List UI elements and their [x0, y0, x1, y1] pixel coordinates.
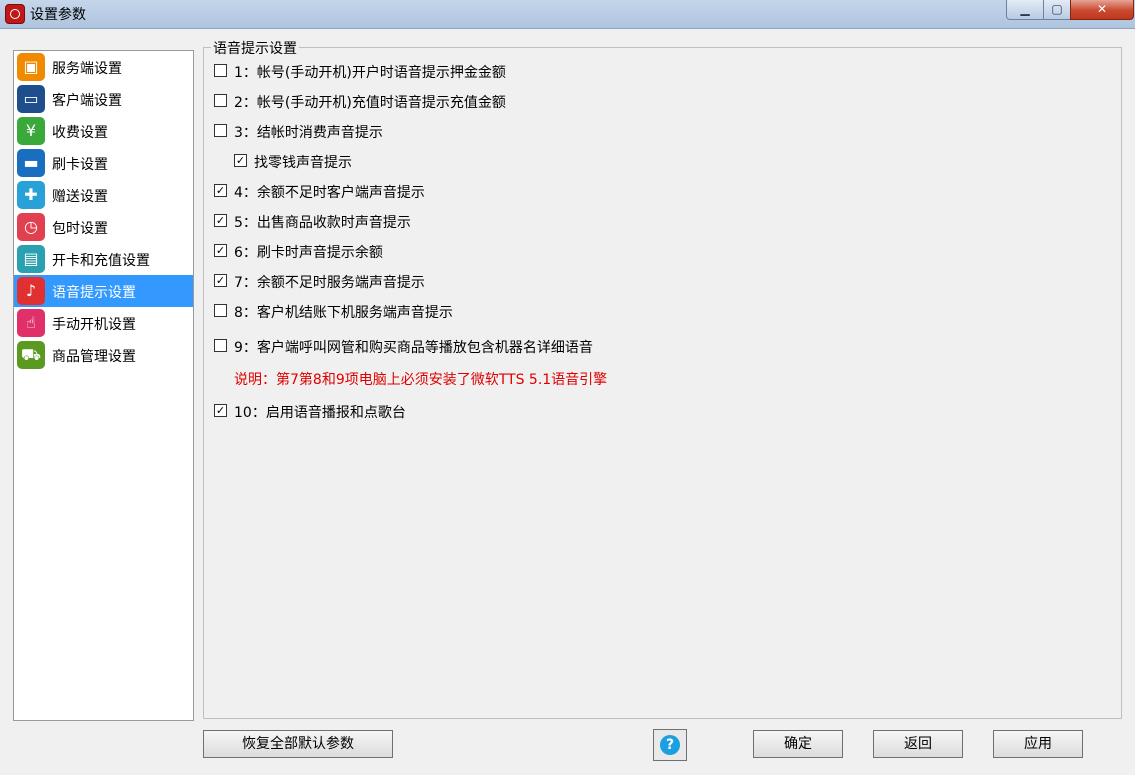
cart-icon: ⛟: [17, 341, 45, 369]
voice-option-label: 3：结帐时消费声音提示: [234, 125, 383, 141]
back-button[interactable]: 返回: [873, 730, 963, 758]
nav-item-label: 刷卡设置: [52, 157, 108, 173]
gift-icon: ✚: [17, 181, 45, 209]
voice-option-label: 9：客户端呼叫网管和购买商品等播放包含机器名详细语音: [234, 340, 593, 356]
nav-item-label: 客户端设置: [52, 93, 122, 109]
group-title: 语音提示设置: [211, 38, 299, 58]
nav-item-label: 手动开机设置: [52, 317, 136, 333]
billing-icon: ¥: [17, 117, 45, 145]
nav-item[interactable]: ▣ 服务端设置: [14, 51, 193, 83]
nav-item[interactable]: ✚ 赠送设置: [14, 179, 193, 211]
maximize-icon: ▢: [1051, 2, 1063, 16]
nav-item[interactable]: ¥ 收费设置: [14, 115, 193, 147]
close-icon: ✕: [1096, 2, 1108, 16]
ok-button[interactable]: 确定: [753, 730, 843, 758]
nav-item[interactable]: ⛟ 商品管理设置: [14, 339, 193, 371]
checkbox-checked[interactable]: ✓: [234, 154, 247, 167]
server-icon: ▣: [17, 53, 45, 81]
tts-note: 说明：第7第8和9项电脑上必须安装了微软TTS 5.1语音引擎: [234, 372, 608, 388]
id-card-icon: ▤: [17, 245, 45, 273]
nav-item-label: 服务端设置: [52, 61, 122, 77]
monitor-icon: ▭: [17, 85, 45, 113]
hand-pointer-icon: ☝: [17, 309, 45, 337]
voice-option-label: 5：出售商品收款时声音提示: [234, 215, 411, 231]
nav-item[interactable]: ☝ 手动开机设置: [14, 307, 193, 339]
nav-item[interactable]: ▤ 开卡和充值设置: [14, 243, 193, 275]
voice-option-label: 6：刷卡时声音提示余额: [234, 245, 383, 261]
help-button[interactable]: ?: [653, 729, 687, 761]
voice-option-label: 7：余额不足时服务端声音提示: [234, 275, 425, 291]
maximize-button[interactable]: ▢: [1043, 0, 1071, 20]
window-title: 设置参数: [30, 7, 86, 23]
voice-option-label: 1：帐号(手动开机)开户时语音提示押金金额: [234, 65, 506, 81]
nav-item[interactable]: ▬ 刷卡设置: [14, 147, 193, 179]
checkbox-unchecked[interactable]: [214, 124, 227, 137]
voice-option-label: 4：余额不足时客户端声音提示: [234, 185, 425, 201]
checkbox-unchecked[interactable]: [214, 94, 227, 107]
nav-item-label: 开卡和充值设置: [52, 253, 150, 269]
nav-item-label: 包时设置: [52, 221, 108, 237]
nav-item-label: 商品管理设置: [52, 349, 136, 365]
checkbox-checked[interactable]: ✓: [214, 404, 227, 417]
card-icon: ▬: [17, 149, 45, 177]
nav-item[interactable]: ◷ 包时设置: [14, 211, 193, 243]
voice-option-label: 10：启用语音播报和点歌台: [234, 405, 406, 421]
close-button[interactable]: ✕: [1070, 0, 1134, 20]
checkbox-unchecked[interactable]: [214, 304, 227, 317]
nav-item-label: 语音提示设置: [52, 285, 136, 301]
checkbox-unchecked[interactable]: [214, 339, 227, 352]
minimize-icon: ▁: [1020, 2, 1030, 16]
microphone-icon: ♪: [17, 277, 45, 305]
restore-defaults-button[interactable]: 恢复全部默认参数: [203, 730, 393, 758]
voice-option-label: 找零钱声音提示: [254, 155, 352, 171]
nav-item[interactable]: ▭ 客户端设置: [14, 83, 193, 115]
settings-nav: ▣ 服务端设置 ▭ 客户端设置 ¥ 收费设置 ▬ 刷卡设置 ✚ 赠送设置 ◷ 包时设置 ▤ 开卡和充值设置…: [13, 50, 194, 721]
app-icon: [5, 4, 25, 24]
checkbox-checked[interactable]: ✓: [214, 244, 227, 257]
voice-option-label: 8：客户机结账下机服务端声音提示: [234, 305, 453, 321]
minimize-button[interactable]: ▁: [1006, 0, 1044, 20]
checkbox-checked[interactable]: ✓: [214, 274, 227, 287]
nav-item-label: 赠送设置: [52, 189, 108, 205]
nav-item-label: 收费设置: [52, 125, 108, 141]
clock-icon: ◷: [17, 213, 45, 241]
title-bar: 设置参数 ▁ ▢ ✕: [0, 0, 1135, 29]
checkbox-checked[interactable]: ✓: [214, 214, 227, 227]
help-icon: ?: [660, 735, 680, 755]
checkbox-unchecked[interactable]: [214, 64, 227, 77]
checkbox-checked[interactable]: ✓: [214, 184, 227, 197]
nav-item[interactable]: ♪ 语音提示设置: [14, 275, 193, 307]
apply-button[interactable]: 应用: [993, 730, 1083, 758]
voice-option-label: 2：帐号(手动开机)充值时语音提示充值金额: [234, 95, 506, 111]
